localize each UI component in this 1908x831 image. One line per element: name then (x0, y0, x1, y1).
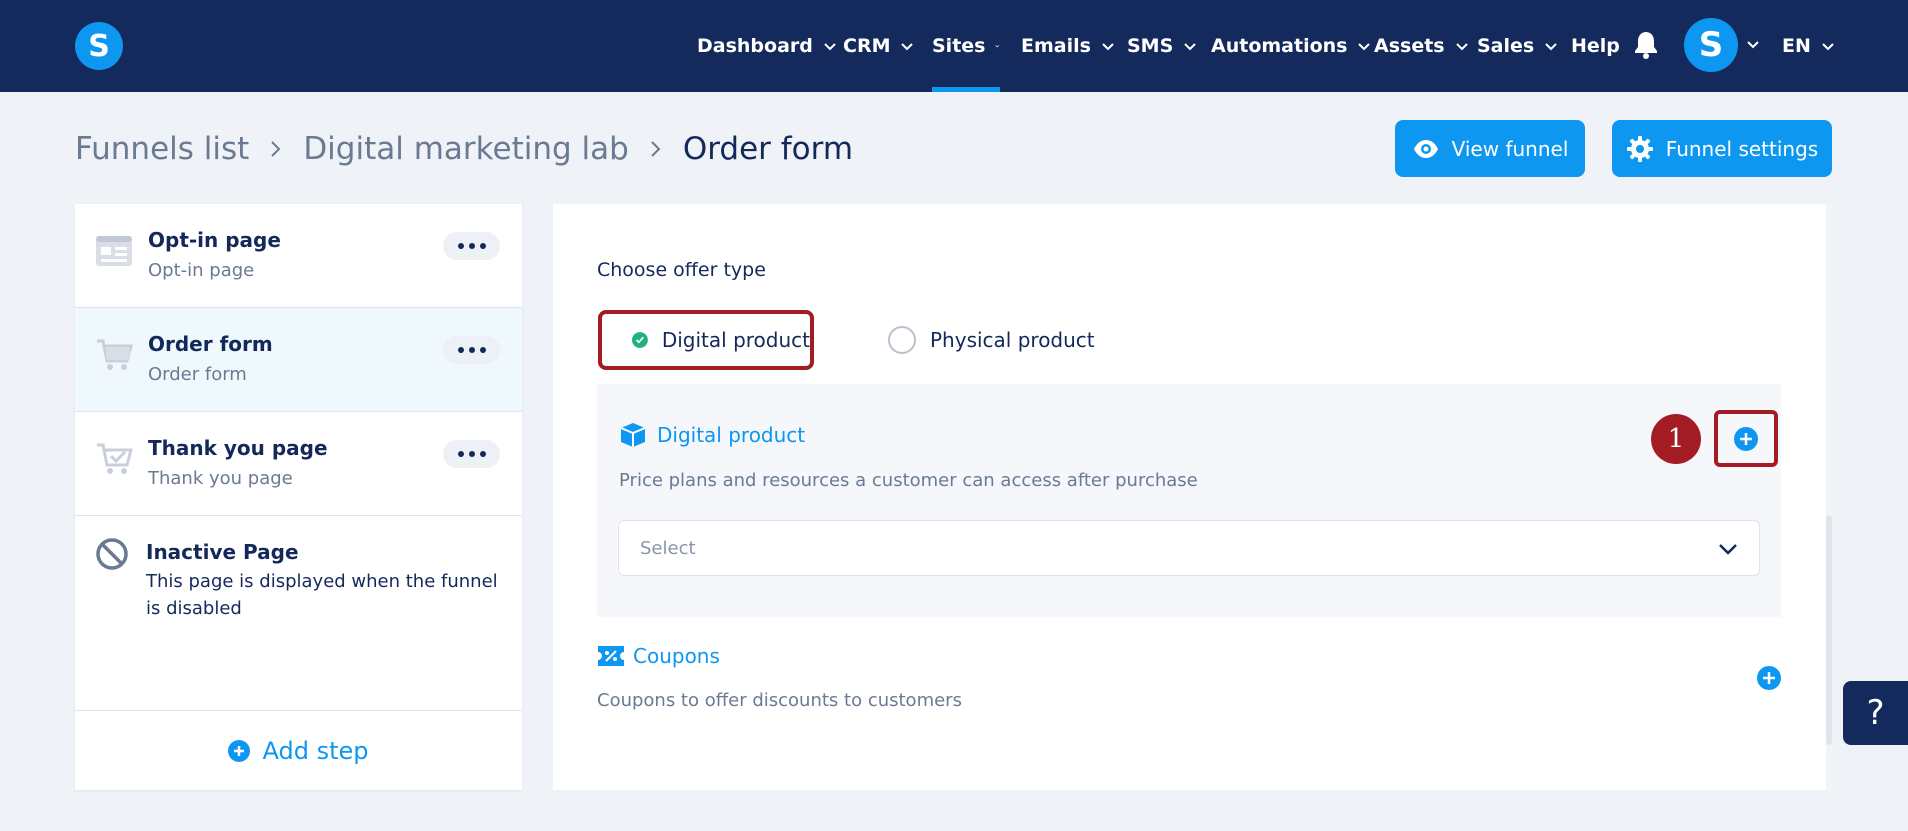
nav-crm-label: CRM (843, 35, 891, 57)
step-title: Order form (148, 332, 273, 356)
step-optin-page[interactable]: Opt-in page Opt-in page (75, 204, 522, 308)
cart-icon (97, 339, 133, 370)
chevron-down-icon (1184, 43, 1196, 51)
offer-option-label: Physical product (930, 328, 1095, 352)
breadcrumb-current-page: Order form (682, 131, 854, 167)
disabled-icon (96, 538, 128, 570)
nav-assets-label: Assets (1374, 35, 1445, 57)
step-thank-you-page[interactable]: Thank you page Thank you page (75, 412, 522, 516)
optin-page-icon (96, 236, 132, 266)
chevron-down-icon[interactable] (1746, 37, 1760, 51)
nav-sites[interactable]: Sites (932, 0, 1000, 92)
chevron-down-icon (1719, 544, 1737, 555)
nav-help[interactable]: Help (1571, 0, 1620, 92)
coupons-title: Coupons (597, 644, 720, 668)
step-title: Opt-in page (148, 228, 281, 252)
step-order-form[interactable]: Order form Order form (75, 308, 522, 412)
nav-sites-label: Sites (932, 35, 986, 57)
language-label: EN (1782, 35, 1811, 57)
nav-help-label: Help (1571, 35, 1620, 57)
nav-sales-label: Sales (1477, 35, 1535, 57)
funnel-settings-label: Funnel settings (1665, 136, 1819, 161)
digital-product-description: Price plans and resources a customer can… (619, 470, 1198, 491)
funnel-steps-panel: Opt-in page Opt-in page Order form Order… (75, 204, 522, 790)
inactive-page-title: Inactive Page (146, 540, 299, 564)
chevron-down-icon (995, 45, 1000, 48)
add-step-button[interactable]: Add step (75, 710, 522, 790)
nav-dashboard-label: Dashboard (697, 35, 813, 57)
funnel-settings-button[interactable]: Funnel settings (1612, 120, 1832, 177)
nav-dashboard[interactable]: Dashboard (697, 0, 837, 92)
top-navigation-bar: S Dashboard CRM Sites Emails SMS Automat… (0, 0, 1908, 92)
breadcrumb-funnels-list[interactable]: Funnels list (75, 131, 249, 167)
chevron-down-icon (1822, 43, 1834, 51)
bell-icon[interactable] (1633, 30, 1659, 60)
box-icon (620, 423, 646, 447)
step-more-button[interactable] (443, 440, 500, 468)
view-funnel-label: View funnel (1451, 136, 1569, 161)
coupons-title-label: Coupons (633, 644, 720, 668)
check-circle-icon (632, 332, 648, 348)
step-subtitle: Opt-in page (148, 260, 255, 281)
nav-emails[interactable]: Emails (1021, 0, 1115, 92)
chevron-down-icon (1102, 43, 1114, 51)
select-placeholder: Select (640, 538, 696, 559)
inactive-page-description: This page is displayed when the funnel i… (146, 571, 498, 619)
offer-settings-panel: Choose offer type Digital product Physic… (553, 204, 1832, 790)
breadcrumb: Funnels list Digital marketing lab Order… (75, 127, 853, 171)
add-coupon-button[interactable] (1757, 666, 1781, 690)
nav-sales[interactable]: Sales (1477, 0, 1558, 92)
radio-empty-icon (888, 326, 916, 354)
offer-physical-product-radio[interactable]: Physical product (888, 310, 1095, 370)
eye-icon (1413, 139, 1438, 158)
step-more-button[interactable] (443, 232, 500, 260)
step-more-button[interactable] (443, 336, 500, 364)
chevron-down-icon (824, 43, 836, 51)
scrollbar-thumb[interactable] (1826, 515, 1832, 745)
chevron-right-icon (271, 141, 281, 157)
digital-product-title-label: Digital product (657, 423, 806, 447)
digital-product-section: Digital product Price plans and resource… (597, 384, 1781, 617)
coupon-icon (598, 646, 624, 666)
digital-product-select[interactable]: Select (618, 520, 1760, 576)
offer-digital-product-radio[interactable]: Digital product (598, 310, 814, 370)
nav-crm[interactable]: CRM (843, 0, 914, 92)
plus-circle-icon (228, 739, 251, 762)
cart-check-icon (97, 443, 133, 474)
nav-sms-label: SMS (1127, 35, 1174, 57)
view-funnel-button[interactable]: View funnel (1395, 120, 1585, 177)
gear-icon (1626, 135, 1653, 162)
chevron-down-icon (901, 43, 914, 51)
step-subtitle: Order form (148, 364, 247, 385)
step-inactive-page[interactable]: Inactive Page This page is displayed whe… (75, 516, 522, 710)
app-logo[interactable]: S (75, 22, 123, 70)
add-step-label: Add step (262, 736, 369, 765)
nav-automations-label: Automations (1211, 35, 1348, 57)
add-digital-product-button[interactable] (1714, 410, 1778, 467)
chevron-down-icon (1358, 43, 1371, 51)
offer-type-label: Choose offer type (597, 259, 766, 281)
chevron-down-icon (1455, 43, 1468, 51)
step-title: Thank you page (148, 436, 328, 460)
step-subtitle: Thank you page (148, 468, 293, 489)
nav-sms[interactable]: SMS (1127, 0, 1197, 92)
coupons-description: Coupons to offer discounts to customers (597, 690, 962, 711)
digital-product-title: Digital product (619, 422, 805, 448)
user-avatar[interactable]: S (1684, 18, 1738, 72)
nav-automations[interactable]: Automations (1211, 0, 1371, 92)
plus-circle-icon (1734, 426, 1758, 451)
annotation-badge: 1 (1651, 414, 1701, 464)
language-selector[interactable]: EN (1782, 0, 1835, 92)
breadcrumb-funnel[interactable]: Digital marketing lab (303, 131, 629, 167)
offer-option-label: Digital product (661, 328, 810, 352)
help-widget-button[interactable]: ? (1843, 681, 1908, 745)
nav-emails-label: Emails (1021, 35, 1091, 57)
chevron-right-icon (651, 141, 661, 157)
chevron-down-icon (1545, 43, 1557, 51)
nav-assets[interactable]: Assets (1374, 0, 1469, 92)
